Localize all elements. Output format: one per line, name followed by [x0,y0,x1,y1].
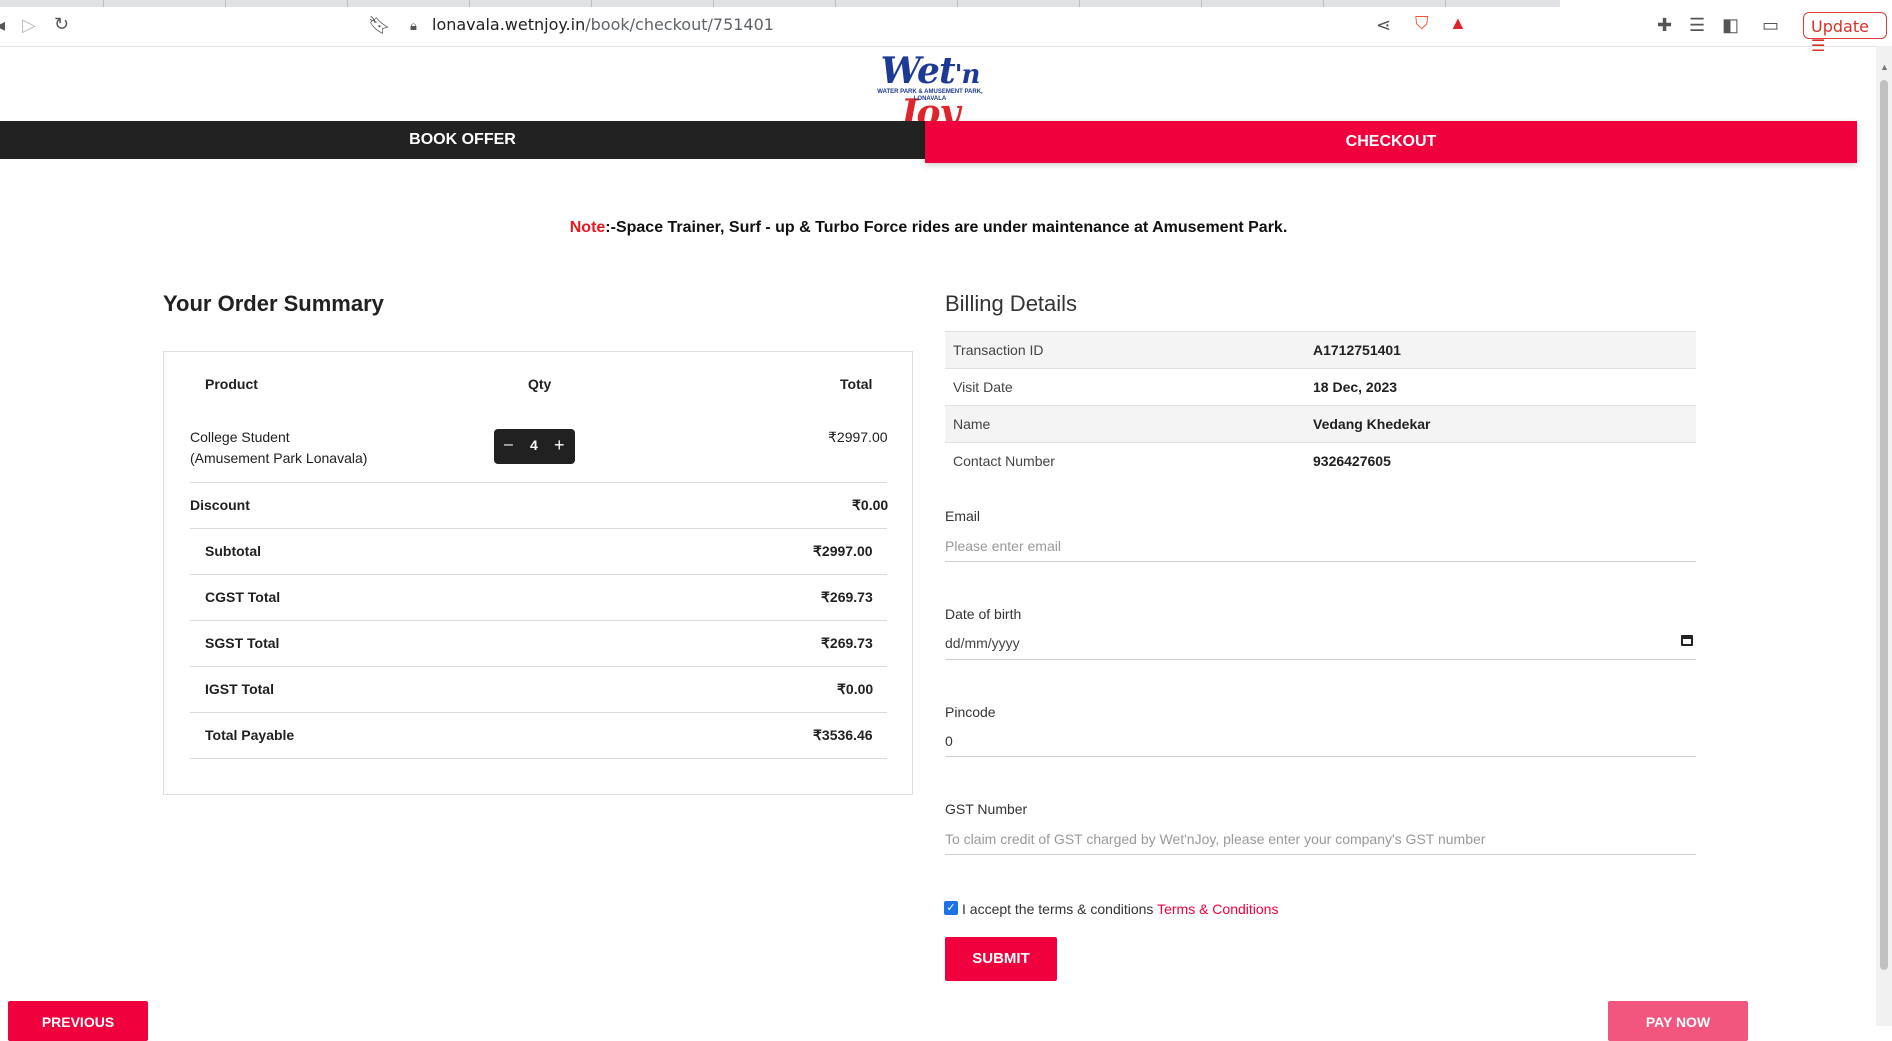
sidebar-icon[interactable]: ◧ [1722,16,1739,34]
brave-rewards-icon[interactable]: ▲ [1449,14,1467,32]
sgst-value: ₹269.73 [821,635,873,651]
tab-strip[interactable] [0,0,1892,7]
subtotal-label: Subtotal [205,543,261,559]
pay-now-button[interactable]: PAY NOW [1608,1001,1748,1041]
step-book-offer[interactable]: BOOK OFFER [0,121,925,159]
dob-label: Date of birth [945,606,1022,622]
email-field[interactable] [945,531,1696,562]
playlist-icon[interactable]: ☰ [1689,16,1705,34]
increase-qty-button[interactable]: + [554,435,565,456]
billing-row: Contact Number 9326427605 [945,442,1696,479]
email-label: Email [945,508,981,524]
col-header-product: Product [205,376,258,392]
dob-field[interactable]: dd/mm/yyyy [945,635,1020,651]
billing-row: Transaction ID A1712751401 [945,331,1696,368]
step-checkout[interactable]: CHECKOUT [925,121,1857,163]
gst-number-label: GST Number [945,801,1028,817]
previous-button[interactable]: PREVIOUS [8,1001,148,1041]
item-total: ₹2997.00 [828,429,888,445]
igst-value: ₹0.00 [837,681,874,697]
pincode-field[interactable] [945,726,1696,757]
gst-number-field[interactable] [945,824,1696,855]
visit-date-value: 18 Dec, 2023 [1313,379,1398,395]
terms-link[interactable]: Terms & Conditions [1157,901,1278,917]
billing-row: Visit Date 18 Dec, 2023 [945,368,1696,405]
calendar-icon[interactable] [1681,635,1693,646]
total-payable-value: ₹3536.46 [813,727,873,743]
logo-location: LONAVALA [913,96,947,102]
wallet-icon[interactable]: ▭ [1762,16,1779,34]
quantity-stepper: – 4 + [494,429,575,464]
site-logo[interactable]: Wet'n Joy WATER PARK & AMUSEMENT PARK, L… [860,50,1000,134]
qty-value[interactable]: 4 [530,437,538,453]
reload-icon[interactable]: ↻ [54,15,69,33]
terms-text: I accept the terms & conditions Terms & … [962,901,1279,917]
col-header-total: Total [840,376,873,392]
scrollbar-thumb[interactable] [1880,80,1888,970]
igst-label: IGST Total [205,681,274,697]
note-text: :-Space Trainer, Surf - up & Turbo Force… [605,219,1288,236]
share-icon[interactable]: ⋖ [1376,16,1391,34]
update-button[interactable]: Update ☰ [1803,12,1887,55]
transaction-id-label: Transaction ID [953,342,1044,358]
item-name: College Student (Amusement Park Lonavala) [190,429,368,466]
col-header-qty: Qty [528,376,552,392]
url-text[interactable]: lonavala.wetnjoy.in/book/checkout/751401 [432,15,774,34]
discount-label: Discount [190,497,250,513]
scroll-up-icon[interactable]: ▲ [1880,62,1889,72]
submit-button[interactable]: SUBMIT [945,937,1057,981]
extensions-icon[interactable]: ✚ [1657,16,1672,34]
back-icon[interactable]: ◂ [0,16,5,34]
decrease-qty-button[interactable]: – [504,436,513,454]
billing-details-title: Billing Details [945,291,1078,316]
lock-icon[interactable]: 🔒︎ [410,17,417,35]
total-payable-label: Total Payable [205,727,295,743]
contact-number-label: Contact Number [953,453,1055,469]
cgst-label: CGST Total [205,589,281,605]
transaction-id-value: A1712751401 [1313,342,1401,358]
brave-shields-icon[interactable]: ⛉ [1415,14,1429,32]
discount-value: ₹0.00 [852,497,889,513]
billing-row: Name Vedang Khedekar [945,405,1696,442]
subtotal-value: ₹2997.00 [813,543,873,559]
bookmark-icon[interactable]: 🔖︎ [368,16,391,34]
maintenance-note: Note:-Space Trainer, Surf - up & Turbo F… [0,219,1857,237]
terms-checkbox[interactable]: ✓ [944,901,958,915]
name-value: Vedang Khedekar [1313,416,1431,432]
sgst-label: SGST Total [205,635,280,651]
forward-icon[interactable]: ▷ [22,16,36,34]
visit-date-label: Visit Date [953,379,1013,395]
order-summary-title: Your Order Summary [163,291,384,316]
contact-number-value: 9326427605 [1313,453,1391,469]
note-label: Note [569,219,606,236]
pincode-label: Pincode [945,704,996,720]
cgst-value: ₹269.73 [821,589,873,605]
name-label: Name [953,416,991,432]
logo-tagline: WATER PARK & AMUSEMENT PARK, [877,89,983,95]
